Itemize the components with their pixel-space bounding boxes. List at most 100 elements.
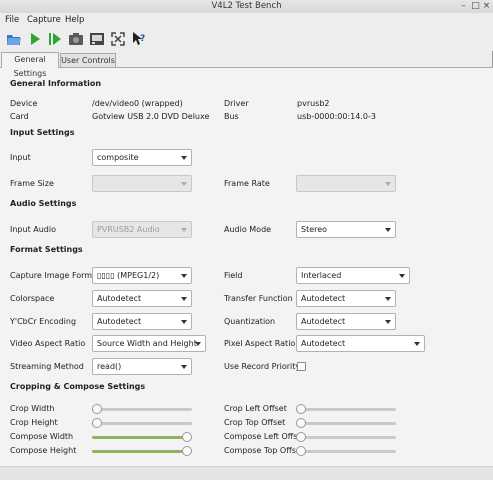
crop-compose-heading: Cropping & Compose Settings xyxy=(10,382,146,391)
input-settings-heading: Input Settings xyxy=(10,128,75,137)
quantization-combo[interactable]: Autodetect xyxy=(296,313,396,330)
tab-user-controls[interactable]: User Controls xyxy=(60,53,116,68)
input-audio-combo: PVRUSB2 Audio xyxy=(92,221,192,238)
crop-height-label: Crop Height xyxy=(10,418,58,427)
show-frames-icon[interactable] xyxy=(89,31,105,47)
slider-handle[interactable] xyxy=(296,404,306,414)
window-title: V4L2 Test Bench xyxy=(211,1,282,11)
whats-this-icon[interactable]: ? xyxy=(131,31,147,47)
fullscreen-icon[interactable] xyxy=(110,31,126,47)
ycbcr-encoding-label: Y'CbCr Encoding xyxy=(10,317,77,326)
chevron-down-icon xyxy=(181,320,187,324)
pixel-aspect-combo[interactable]: Autodetect xyxy=(296,335,425,352)
main-window: V4L2 Test Bench – □ × File Capture Help … xyxy=(0,0,493,480)
frame-rate-label: Frame Rate xyxy=(224,179,270,188)
ycbcr-encoding-combo[interactable]: Autodetect xyxy=(92,313,192,330)
chevron-down-icon xyxy=(385,228,391,232)
chevron-down-icon xyxy=(181,228,187,232)
input-combo[interactable]: composite xyxy=(92,149,192,166)
transfer-function-combo[interactable]: Autodetect xyxy=(296,290,396,307)
chevron-down-icon xyxy=(385,297,391,301)
pixel-aspect-value: Autodetect xyxy=(301,339,346,348)
video-aspect-value: Source Width and Height xyxy=(97,339,197,348)
slider-handle[interactable] xyxy=(296,446,306,456)
menu-file[interactable]: File xyxy=(5,14,19,26)
crop-height-slider[interactable] xyxy=(92,418,192,428)
menu-capture[interactable]: Capture xyxy=(27,14,61,26)
chevron-down-icon xyxy=(181,365,187,369)
crop-left-slider[interactable] xyxy=(296,404,396,414)
slider-handle[interactable] xyxy=(92,418,102,428)
menu-help[interactable]: Help xyxy=(65,14,84,26)
video-aspect-combo[interactable]: Source Width and Height xyxy=(92,335,206,352)
compose-top-slider[interactable] xyxy=(296,446,396,456)
slider-handle[interactable] xyxy=(182,432,192,442)
audio-settings-heading: Audio Settings xyxy=(10,199,77,208)
compose-top-label: Compose Top Offset xyxy=(224,446,304,455)
record-priority-label: Use Record Priority xyxy=(224,362,301,371)
tab-general-settings[interactable]: General Settings xyxy=(1,52,59,78)
chevron-down-icon xyxy=(181,274,187,278)
compose-width-slider[interactable] xyxy=(92,432,192,442)
crop-left-label: Crop Left Offset xyxy=(224,404,287,413)
crop-width-slider[interactable] xyxy=(92,404,192,414)
card-label: Card xyxy=(10,112,29,121)
crop-top-slider[interactable] xyxy=(296,418,396,428)
audio-mode-value: Stereo xyxy=(301,225,328,234)
chevron-down-icon xyxy=(385,320,391,324)
colorspace-value: Autodetect xyxy=(97,294,142,303)
chevron-down-icon xyxy=(181,156,187,160)
chevron-down-icon xyxy=(399,274,405,278)
maximize-icon[interactable]: □ xyxy=(470,1,481,12)
input-combo-value: composite xyxy=(97,153,139,162)
compose-left-label: Compose Left Offset xyxy=(224,432,306,441)
start-capture-icon[interactable] xyxy=(27,31,43,47)
slider-handle[interactable] xyxy=(182,446,192,456)
input-label: Input xyxy=(10,153,31,162)
colorspace-label: Colorspace xyxy=(10,294,55,303)
open-icon[interactable] xyxy=(6,31,22,47)
audio-mode-label: Audio Mode xyxy=(224,225,272,234)
capture-formats-label: Capture Image Formats xyxy=(10,271,105,280)
colorspace-combo[interactable]: Autodetect xyxy=(92,290,192,307)
field-label: Field xyxy=(224,271,243,280)
format-settings-heading: Format Settings xyxy=(10,245,83,254)
status-bar xyxy=(0,466,493,480)
input-audio-value: PVRUSB2 Audio xyxy=(97,225,160,234)
pixel-aspect-label: Pixel Aspect Ratio xyxy=(224,339,296,348)
crop-width-label: Crop Width xyxy=(10,404,55,413)
video-aspect-label: Video Aspect Ratio xyxy=(10,339,86,348)
snapshot-icon[interactable] xyxy=(68,31,84,47)
close-icon[interactable]: × xyxy=(481,1,492,12)
transfer-function-label: Transfer Function xyxy=(224,294,293,303)
compose-height-slider[interactable] xyxy=(92,446,192,456)
record-priority-checkbox[interactable] xyxy=(297,362,306,371)
frame-size-label: Frame Size xyxy=(10,179,54,188)
device-value: /dev/video0 (wrapped) xyxy=(92,99,183,108)
field-combo[interactable]: Interlaced xyxy=(296,267,410,284)
streaming-method-combo[interactable]: read() xyxy=(92,358,192,375)
minimize-icon[interactable]: – xyxy=(458,1,469,12)
capture-formats-combo[interactable]: ▯▯▯▯ (MPEG1/2) xyxy=(92,267,192,284)
slider-handle[interactable] xyxy=(92,404,102,414)
driver-value: pvrusb2 xyxy=(297,99,330,108)
frame-size-combo xyxy=(92,175,192,192)
svg-text:?: ? xyxy=(140,34,145,44)
input-audio-label: Input Audio xyxy=(10,225,56,234)
quantization-value: Autodetect xyxy=(301,317,346,326)
chevron-down-icon xyxy=(181,182,187,186)
audio-mode-combo[interactable]: Stereo xyxy=(296,221,396,238)
slider-handle[interactable] xyxy=(296,418,306,428)
chevron-down-icon xyxy=(414,342,420,346)
bus-value: usb-0000:00:14.0-3 xyxy=(297,112,376,121)
compose-left-slider[interactable] xyxy=(296,432,396,442)
device-label: Device xyxy=(10,99,38,108)
step-capture-icon[interactable] xyxy=(47,31,63,47)
quantization-label: Quantization xyxy=(224,317,276,326)
card-value: Gotview USB 2.0 DVD Deluxe xyxy=(92,112,210,121)
compose-width-label: Compose Width xyxy=(10,432,74,441)
streaming-method-value: read() xyxy=(97,362,122,371)
slider-handle[interactable] xyxy=(296,432,306,442)
field-value: Interlaced xyxy=(301,271,342,280)
crop-top-label: Crop Top Offset xyxy=(224,418,286,427)
